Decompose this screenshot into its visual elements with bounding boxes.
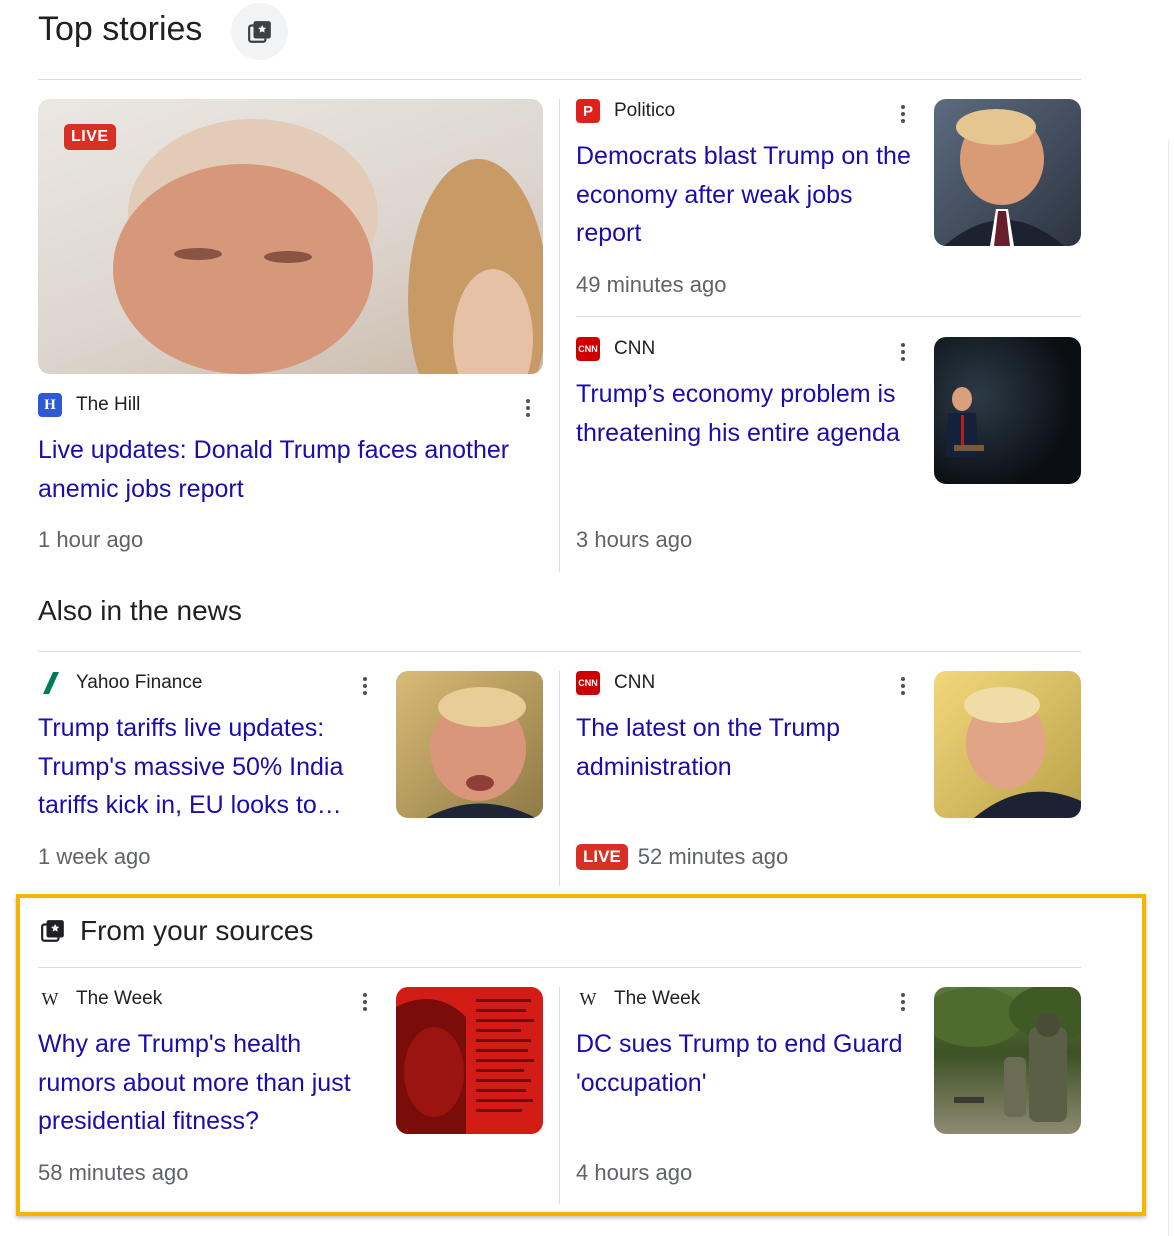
from-sources-header: From your sources xyxy=(40,915,313,947)
sources-star-icon xyxy=(41,920,64,942)
story-title[interactable]: Democrats blast Trump on the economy aft… xyxy=(576,137,916,253)
the-week-logo-icon: W xyxy=(41,988,59,1009)
sources-star-icon xyxy=(247,20,271,43)
timestamp: 1 hour ago xyxy=(38,527,144,552)
top-stories-heading: Top stories xyxy=(38,10,203,48)
politico-logo-icon: P xyxy=(576,99,600,123)
cnn-logo-icon: CNN xyxy=(576,671,600,695)
story-thumbnail[interactable] xyxy=(396,671,543,818)
story-source[interactable]: CNN CNN xyxy=(576,671,655,695)
source-name: The Week xyxy=(76,988,163,1009)
more-options-icon[interactable] xyxy=(520,393,536,423)
live-badge: LIVE xyxy=(64,124,116,150)
from-sources-heading: From your sources xyxy=(80,915,314,946)
story-thumbnail[interactable] xyxy=(934,337,1081,484)
yahoo-finance-logo-icon xyxy=(38,671,62,695)
timestamp: 3 hours ago xyxy=(576,527,693,552)
story-source[interactable]: Yahoo Finance xyxy=(38,671,202,695)
story-title[interactable]: Why are Trump's health rumors about more… xyxy=(38,1025,378,1141)
more-options-icon[interactable] xyxy=(357,987,373,1017)
more-options-icon[interactable] xyxy=(357,671,373,701)
timestamp: 4 hours ago xyxy=(576,1160,693,1185)
guard-photo-illustration xyxy=(934,987,1081,1122)
featured-story-title[interactable]: Live updates: Donald Trump faces another… xyxy=(38,431,538,508)
story-thumbnail[interactable] xyxy=(934,987,1081,1134)
source-name: CNN xyxy=(614,338,656,359)
sources-button[interactable] xyxy=(231,3,288,60)
source-name: The Hill xyxy=(76,394,141,415)
yahoo-photo-illustration xyxy=(426,687,536,818)
story-source[interactable]: CNN CNN xyxy=(576,337,655,361)
story-meta: LIVE 52 minutes ago xyxy=(576,844,788,870)
also-in-news-heading: Also in the news xyxy=(38,595,242,626)
story-title[interactable]: The latest on the Trump administration xyxy=(576,709,916,786)
column-divider xyxy=(559,987,560,1204)
timestamp: 49 minutes ago xyxy=(576,272,727,297)
cnn-logo-icon: CNN xyxy=(576,337,600,361)
featured-story-image[interactable]: LIVE xyxy=(38,99,543,374)
live-badge: LIVE xyxy=(576,844,628,870)
the-week-photo-illustration xyxy=(396,999,534,1134)
story-thumbnail[interactable] xyxy=(934,671,1081,818)
more-options-icon[interactable] xyxy=(895,337,911,367)
timestamp: 52 minutes ago xyxy=(637,844,789,869)
the-hill-logo-icon: H xyxy=(38,393,62,417)
story-source[interactable]: P Politico xyxy=(576,99,675,123)
divider xyxy=(38,651,1081,652)
the-week-logo-icon: W xyxy=(579,988,597,1009)
source-name: Politico xyxy=(614,100,676,121)
divider xyxy=(576,316,1081,317)
politico-photo-illustration xyxy=(944,109,1064,246)
source-name: Yahoo Finance xyxy=(76,672,203,693)
cnn-photo-illustration xyxy=(946,387,984,457)
story-thumbnail[interactable] xyxy=(934,99,1081,246)
scrollbar-track[interactable] xyxy=(1168,140,1169,1236)
source-name: The Week xyxy=(614,988,701,1009)
divider xyxy=(38,79,1081,80)
story-title[interactable]: Trump tariffs live updates: Trump's mass… xyxy=(38,709,378,825)
source-name: CNN xyxy=(614,672,656,693)
story-title[interactable]: Trump’s economy problem is threatening h… xyxy=(576,375,916,452)
cnn-photo-illustration xyxy=(964,687,1081,818)
story-title[interactable]: DC sues Trump to end Guard 'occupation' xyxy=(576,1025,916,1102)
timestamp: 58 minutes ago xyxy=(38,1160,189,1185)
more-options-icon[interactable] xyxy=(895,671,911,701)
story-source[interactable]: W The Week xyxy=(576,987,701,1011)
column-divider xyxy=(559,99,560,572)
featured-source[interactable]: H The Hill xyxy=(38,393,140,417)
story-source[interactable]: W The Week xyxy=(38,987,163,1011)
more-options-icon[interactable] xyxy=(895,987,911,1017)
divider xyxy=(38,967,1081,968)
more-options-icon[interactable] xyxy=(895,99,911,129)
timestamp: 1 week ago xyxy=(38,844,151,869)
story-thumbnail[interactable] xyxy=(396,987,543,1134)
column-divider xyxy=(559,671,560,886)
